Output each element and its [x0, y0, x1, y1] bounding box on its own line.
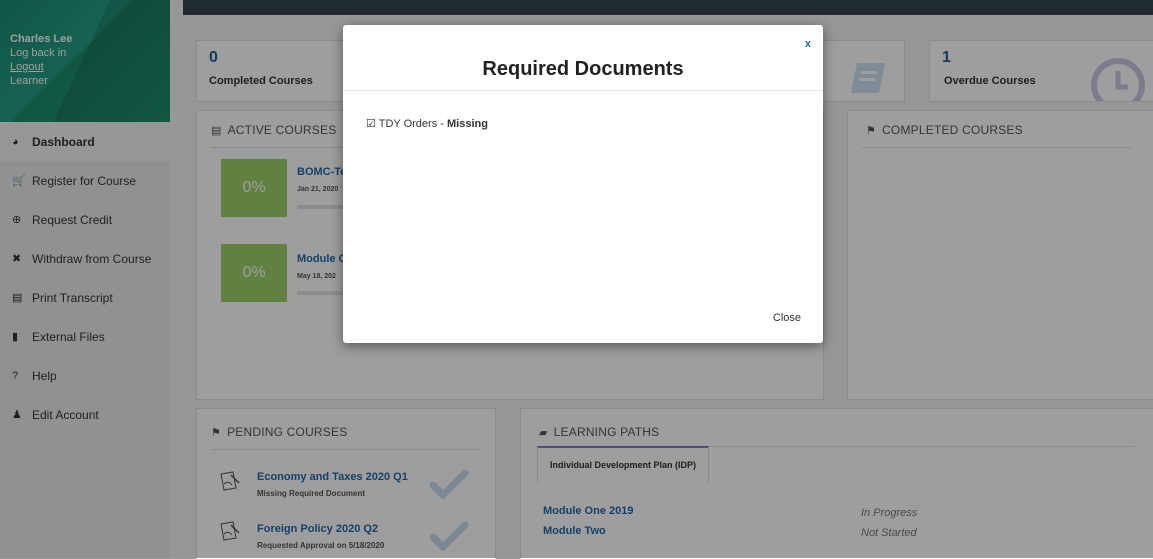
modal-divider	[343, 90, 823, 91]
modal-close-icon[interactable]: x	[805, 38, 811, 50]
required-documents-modal: x Required Documents ☑ TDY Orders - Miss…	[343, 25, 823, 343]
document-status: Missing	[447, 118, 488, 130]
checkbox-icon: ☑	[366, 118, 376, 130]
modal-title: Required Documents	[482, 58, 684, 80]
required-document-item: ☑ TDY Orders - Missing	[366, 117, 488, 130]
close-button[interactable]: Close	[773, 312, 801, 324]
document-name: TDY Orders -	[378, 118, 447, 130]
